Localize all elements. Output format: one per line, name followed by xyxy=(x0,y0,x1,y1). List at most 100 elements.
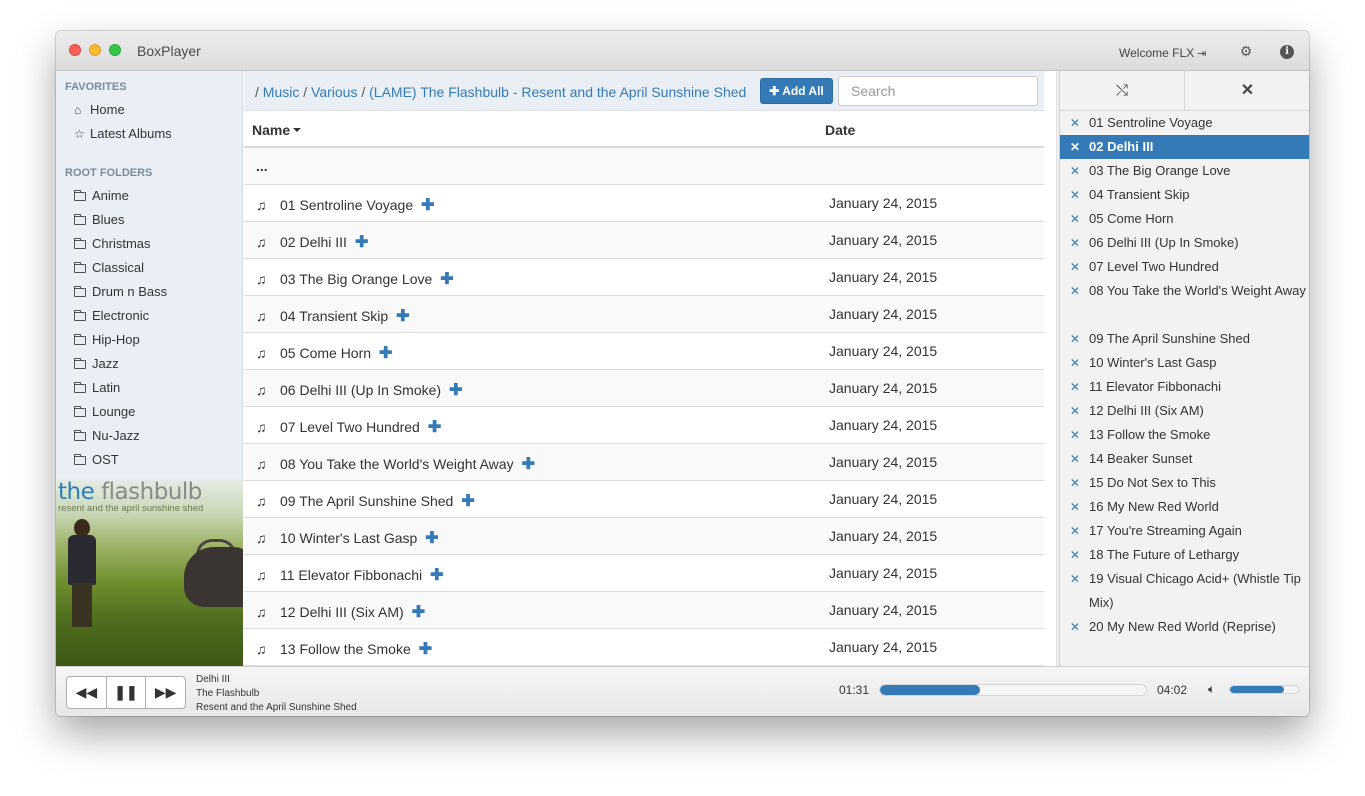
sidebar-item-folder[interactable]: Christmas xyxy=(74,234,151,254)
sidebar-item-folder[interactable]: Jazz xyxy=(74,354,119,374)
table-row[interactable]: ♫ 13 Follow the Smoke ✚ January 24, 2015 xyxy=(244,629,1044,666)
playlist-item[interactable]: ✕ 04 Transient Skip xyxy=(1060,183,1309,207)
playlist-item[interactable]: ✕ 13 Follow the Smoke xyxy=(1060,423,1309,447)
table-row[interactable]: ♫ 12 Delhi III (Six AM) ✚ January 24, 2015 xyxy=(244,592,1044,629)
sidebar-item-folder[interactable]: Anime xyxy=(74,186,129,206)
add-to-playlist-icon[interactable]: ✚ xyxy=(428,419,441,436)
previous-button[interactable]: ◀◀ xyxy=(67,677,107,708)
playlist-item[interactable]: ✕ 08 You Take the World's Weight Away xyxy=(1060,279,1309,327)
remove-item-icon[interactable]: ✕ xyxy=(1070,231,1080,255)
sidebar-item-folder[interactable]: Classical xyxy=(74,258,144,278)
parent-directory-row[interactable]: ... xyxy=(244,148,1044,185)
remove-item-icon[interactable]: ✕ xyxy=(1070,327,1080,351)
playlist-item[interactable]: ✕ 14 Beaker Sunset xyxy=(1060,447,1309,471)
table-row[interactable]: ♫ 10 Winter's Last Gasp ✚ January 24, 2015 xyxy=(244,518,1044,555)
table-row[interactable]: ♫ 03 The Big Orange Love ✚ January 24, 2015 xyxy=(244,259,1044,296)
add-to-playlist-icon[interactable]: ✚ xyxy=(419,641,432,658)
remove-item-icon[interactable]: ✕ xyxy=(1070,399,1080,423)
sidebar-item-latest-albums[interactable]: ☆ Latest Albums xyxy=(74,124,172,144)
pause-button[interactable]: ❚❚ xyxy=(107,677,147,708)
playlist-item[interactable]: ✕ 17 You're Streaming Again xyxy=(1060,519,1309,543)
volume-icon[interactable]: 🔈︎ xyxy=(1208,682,1215,697)
clear-playlist-button[interactable]: ✕ xyxy=(1185,71,1309,111)
playlist-item[interactable]: ✕ 09 The April Sunshine Shed xyxy=(1060,327,1309,351)
add-to-playlist-icon[interactable]: ✚ xyxy=(522,456,535,473)
playlist-item[interactable]: ✕ 20 My New Red World (Reprise) xyxy=(1060,615,1309,639)
table-row[interactable]: ♫ 09 The April Sunshine Shed ✚ January 24, … xyxy=(244,481,1044,518)
next-button[interactable]: ▶▶ xyxy=(146,677,185,708)
add-to-playlist-icon[interactable]: ✚ xyxy=(461,493,474,510)
sidebar-item-folder[interactable]: Electronic xyxy=(74,306,149,326)
sidebar-item-folder[interactable]: Latin xyxy=(74,378,120,398)
add-to-playlist-icon[interactable]: ✚ xyxy=(396,308,409,325)
sidebar-item-folder[interactable]: Lounge xyxy=(74,402,135,422)
sidebar-item-home[interactable]: ⌂ Home xyxy=(74,100,125,120)
playlist-item[interactable]: ✕ 10 Winter's Last Gasp xyxy=(1060,351,1309,375)
sidebar-item-folder[interactable]: Blues xyxy=(74,210,125,230)
remove-item-icon[interactable]: ✕ xyxy=(1070,495,1080,519)
close-window-button[interactable] xyxy=(69,44,81,56)
remove-item-icon[interactable]: ✕ xyxy=(1070,519,1080,543)
playlist-item[interactable]: ✕ 12 Delhi III (Six AM) xyxy=(1060,399,1309,423)
welcome-link[interactable]: Welcome FLX ⇥ xyxy=(1119,46,1206,60)
add-to-playlist-icon[interactable]: ✚ xyxy=(355,234,368,251)
sidebar-item-folder[interactable]: Hip-Hop xyxy=(74,330,140,350)
add-to-playlist-icon[interactable]: ✚ xyxy=(449,382,462,399)
add-to-playlist-icon[interactable]: ✚ xyxy=(430,567,443,584)
volume-slider[interactable] xyxy=(1229,685,1299,694)
remove-item-icon[interactable]: ✕ xyxy=(1070,447,1080,471)
add-to-playlist-icon[interactable]: ✚ xyxy=(425,530,438,547)
remove-item-icon[interactable]: ✕ xyxy=(1070,159,1080,183)
table-row[interactable]: ♫ 05 Come Horn ✚ January 24, 2015 xyxy=(244,333,1044,370)
remove-item-icon[interactable]: ✕ xyxy=(1070,471,1080,495)
add-to-playlist-icon[interactable]: ✚ xyxy=(440,271,453,288)
zoom-window-button[interactable] xyxy=(109,44,121,56)
table-row[interactable]: ♫ 06 Delhi III (Up In Smoke) ✚ January 24, … xyxy=(244,370,1044,407)
table-row[interactable]: ♫ 02 Delhi III ✚ January 24, 2015 xyxy=(244,222,1044,259)
table-row[interactable]: ♫ 01 Sentroline Voyage ✚ January 24, 2015 xyxy=(244,185,1044,222)
table-row[interactable]: ♫ 08 You Take the World's Weight Away ✚ Jan… xyxy=(244,444,1044,481)
table-row[interactable]: ♫ 11 Elevator Fibbonachi ✚ January 24, 2015 xyxy=(244,555,1044,592)
playlist-item[interactable]: ✕ 16 My New Red World xyxy=(1060,495,1309,519)
sidebar-item-folder[interactable]: OST xyxy=(74,450,119,470)
breadcrumb-album[interactable]: (LAME) The Flashbulb - Resent and the Ap… xyxy=(369,84,746,100)
playlist-item[interactable]: ✕ 01 Sentroline Voyage xyxy=(1060,111,1309,135)
remove-item-icon[interactable]: ✕ xyxy=(1070,543,1080,567)
add-to-playlist-icon[interactable]: ✚ xyxy=(379,345,392,362)
sidebar-item-folder[interactable]: Drum n Bass xyxy=(74,282,167,302)
playlist-item[interactable]: ✕ 07 Level Two Hundred xyxy=(1060,255,1309,279)
playlist-item[interactable]: ✕ 06 Delhi III (Up In Smoke) xyxy=(1060,231,1309,255)
add-all-button[interactable]: ✚ Add All xyxy=(760,78,833,104)
info-icon[interactable]: i xyxy=(1280,45,1294,59)
remove-item-icon[interactable]: ✕ xyxy=(1070,183,1080,207)
remove-item-icon[interactable]: ✕ xyxy=(1070,279,1080,303)
remove-item-icon[interactable]: ✕ xyxy=(1070,423,1080,447)
remove-item-icon[interactable]: ✕ xyxy=(1070,111,1080,135)
add-to-playlist-icon[interactable]: ✚ xyxy=(412,604,425,621)
breadcrumb-music[interactable]: Music xyxy=(263,84,300,100)
shuffle-button[interactable]: ⤭ xyxy=(1060,71,1185,111)
remove-item-icon[interactable]: ✕ xyxy=(1070,375,1080,399)
add-to-playlist-icon[interactable]: ✚ xyxy=(421,197,434,214)
table-row[interactable]: ♫ 07 Level Two Hundred ✚ January 24, 2015 xyxy=(244,407,1044,444)
remove-item-icon[interactable]: ✕ xyxy=(1070,567,1080,591)
playlist-item[interactable]: ✕ 15 Do Not Sex to This xyxy=(1060,471,1309,495)
remove-item-icon[interactable]: ✕ xyxy=(1070,351,1080,375)
playlist-item[interactable]: ✕ 11 Elevator Fibbonachi xyxy=(1060,375,1309,399)
minimize-window-button[interactable] xyxy=(89,44,101,56)
playlist-item[interactable]: ✕ 02 Delhi III xyxy=(1060,135,1309,159)
search-input[interactable] xyxy=(838,76,1038,106)
gear-icon[interactable]: ⚙ xyxy=(1238,43,1254,60)
date-column-header[interactable]: Date xyxy=(825,122,855,138)
table-row[interactable]: ♫ 04 Transient Skip ✚ January 24, 2015 xyxy=(244,296,1044,333)
breadcrumb-various[interactable]: Various xyxy=(311,84,357,100)
remove-item-icon[interactable]: ✕ xyxy=(1070,255,1080,279)
remove-item-icon[interactable]: ✕ xyxy=(1070,135,1080,159)
remove-item-icon[interactable]: ✕ xyxy=(1070,615,1080,639)
playlist-item[interactable]: ✕ 19 Visual Chicago Acid+ (Whistle Tip Mi… xyxy=(1060,567,1309,615)
name-column-header[interactable]: Name xyxy=(252,122,302,138)
playlist-item[interactable]: ✕ 05 Come Horn xyxy=(1060,207,1309,231)
playlist-item[interactable]: ✕ 03 The Big Orange Love xyxy=(1060,159,1309,183)
seek-bar[interactable] xyxy=(879,684,1147,696)
playlist-item[interactable]: ✕ 18 The Future of Lethargy xyxy=(1060,543,1309,567)
